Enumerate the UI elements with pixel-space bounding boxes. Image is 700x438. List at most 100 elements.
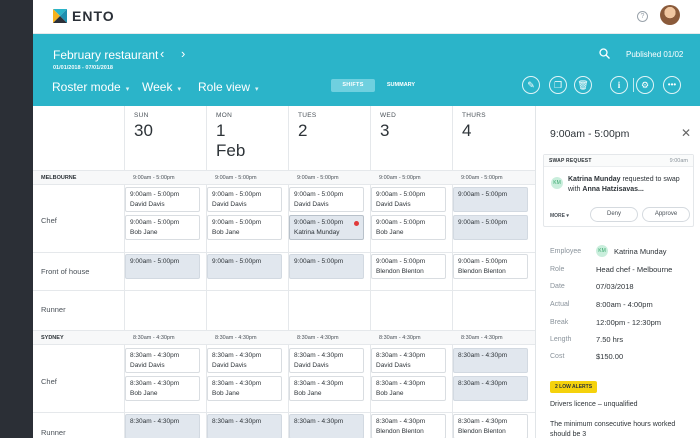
shift-employee: Bob Jane [130,229,158,236]
delete-trash-icon[interactable]: 🗑 [574,76,592,94]
open-shift-card[interactable]: 9:00am - 5:00pm [453,187,528,212]
shift-time: 9:00am - 5:00pm [294,219,344,226]
edit-pencil-icon[interactable]: ✎ [522,76,540,94]
role-label: Role [550,266,565,273]
open-shift-card[interactable]: 8:30am - 4:30pm [125,414,200,438]
shift-time: 9:00am - 5:00pm [458,219,508,226]
settings-gear-icon[interactable]: ⚙ [636,76,654,94]
shift-time: 8:30am - 4:30pm [294,380,344,387]
swap-request-card: SWAP REQUEST 9:00am KM Katrina Munday re… [543,154,694,227]
shift-time: 9:00am - 5:00pm [130,258,180,265]
ento-logo[interactable]: ENTO [53,8,115,24]
user-avatar[interactable] [660,5,680,25]
row-divider [33,412,535,413]
shift-card[interactable]: 8:30am - 4:30pm Bob Jane [289,376,364,401]
shift-time: 9:00am - 5:00pm [212,258,262,265]
role-label-chef: Chef [41,216,57,225]
swap-to-name: Anna Hatzisavas... [582,186,644,193]
region-time: 8:30am - 4:30pm [133,335,175,341]
shift-employee: Katrina Munday [294,229,340,236]
shift-card[interactable]: 8:30am - 4:30pm Blendon Blenton [371,414,446,438]
shift-card[interactable]: 9:00am - 5:00pm Bob Jane [207,215,282,240]
role-label-runner: Runner [41,428,66,437]
shift-employee: Blendon Blenton [376,268,424,275]
region-time: 8:30am - 4:30pm [297,335,339,341]
shift-card[interactable]: 9:00am - 5:00pm David Davis [289,187,364,212]
shift-employee: David Davis [376,362,411,369]
day-name: MON [216,112,233,119]
shift-card[interactable]: 9:00am - 5:00pm Bob Jane [125,215,200,240]
shift-card[interactable]: 9:00am - 5:00pm David Davis [371,187,446,212]
next-week-chevron-icon[interactable]: › [181,46,185,61]
panel-shift-time: 9:00am - 5:00pm [550,128,630,140]
tab-shifts[interactable]: SHIFTS [331,79,375,92]
open-shift-card[interactable]: 9:00am - 5:00pm [453,215,528,240]
day-name: WED [380,112,397,119]
actual-label: Actual [550,301,570,308]
tab-summary[interactable]: SUMMARY [376,79,426,92]
swap-request-header: SWAP REQUEST 9:00am [544,155,693,167]
roster-mode-label: Roster mode [52,80,121,94]
shift-card[interactable]: 8:30am - 4:30pm Bob Jane [371,376,446,401]
approve-button[interactable]: Approve [642,207,690,222]
role-view-dropdown[interactable]: Role view ▾ [198,80,259,94]
shift-card[interactable]: 8:30am - 4:30pm Blendon Blenton [453,414,528,438]
shift-card[interactable]: 8:30am - 4:30pm David Davis [125,348,200,373]
shift-time: 8:30am - 4:30pm [458,352,508,359]
shift-card[interactable]: 9:00am - 5:00pm Bob Jane [371,215,446,240]
open-shift-card[interactable]: 8:30am - 4:30pm [453,376,528,401]
region-row-sydney: SYDNEY 8:30am - 4:30pm 8:30am - 4:30pm 8… [33,330,535,345]
region-time: 9:00am - 5:00pm [379,175,421,181]
shift-card[interactable]: 9:00am - 5:00pm David Davis [207,187,282,212]
info-icon[interactable]: i [610,76,628,94]
swap-more-dropdown[interactable]: MORE ▾ [550,213,569,219]
open-shift-card[interactable]: 9:00am - 5:00pm [125,254,200,279]
shift-employee: Blendon Blenton [458,268,506,275]
help-icon[interactable]: ? [637,11,648,22]
shift-card[interactable]: 8:30am - 4:30pm David Davis [207,348,282,373]
shift-card[interactable]: 8:30am - 4:30pm Bob Jane [207,376,282,401]
copy-icon[interactable]: ❐ [549,76,567,94]
open-shift-card[interactable]: 9:00am - 5:00pm [207,254,282,279]
employee-value: Katrina Munday [614,247,667,256]
row-divider [33,252,535,253]
week-dropdown[interactable]: Week ▾ [142,80,181,94]
region-time: 9:00am - 5:00pm [461,175,503,181]
alert-item: The minimum consecutive hours worked sho… [550,421,676,438]
employee-label: Employee [550,248,582,255]
actual-value: 8:00am - 4:00pm [596,300,653,309]
open-shift-card[interactable]: 8:30am - 4:30pm [289,414,364,438]
shift-card[interactable]: 9:00am - 5:00pm David Davis [125,187,200,212]
close-icon[interactable]: ✕ [681,126,691,140]
shift-card[interactable]: 8:30am - 4:30pm Bob Jane [125,376,200,401]
shift-time: 9:00am - 5:00pm [130,219,180,226]
shift-time: 9:00am - 5:00pm [458,191,508,198]
cost-label: Cost [550,353,565,360]
open-shift-card[interactable]: 9:00am - 5:00pm [289,254,364,279]
shift-card[interactable]: 8:30am - 4:30pm David Davis [289,348,364,373]
low-alerts-badge: 2 LOW ALERTS [550,381,598,393]
more-label: MORE [550,213,565,219]
ento-logo-icon [53,9,67,23]
search-icon[interactable] [599,48,610,59]
shift-employee: David Davis [294,201,329,208]
prev-week-chevron-icon[interactable]: ‹ [160,46,164,61]
deny-button[interactable]: Deny [590,207,638,222]
shift-time: 8:30am - 4:30pm [212,418,262,425]
shift-card[interactable]: 9:00am - 5:00pm Blendon Blenton [453,254,528,279]
region-time: 8:30am - 4:30pm [379,335,421,341]
shift-time: 9:00am - 5:00pm [294,191,344,198]
more-icon[interactable]: ••• [663,76,681,94]
open-shift-card[interactable]: 8:30am - 4:30pm [453,348,528,373]
shift-card[interactable]: 9:00am - 5:00pm Blendon Blenton [371,254,446,279]
shift-time: 8:30am - 4:30pm [212,380,262,387]
cost-value: $150.00 [596,352,624,361]
shift-card[interactable]: 8:30am - 4:30pm David Davis [371,348,446,373]
shift-detail-panel: 9:00am - 5:00pm ✕ SWAP REQUEST 9:00am KM… [535,106,700,438]
shift-card-selected[interactable]: 9:00am - 5:00pm Katrina Munday [289,215,364,240]
role-label-runner: Runner [41,305,66,314]
length-value: 7.50 hrs [596,335,624,344]
chevron-down-icon: ▾ [566,213,569,219]
open-shift-card[interactable]: 8:30am - 4:30pm [207,414,282,438]
roster-mode-dropdown[interactable]: Roster mode ▾ [52,80,129,94]
